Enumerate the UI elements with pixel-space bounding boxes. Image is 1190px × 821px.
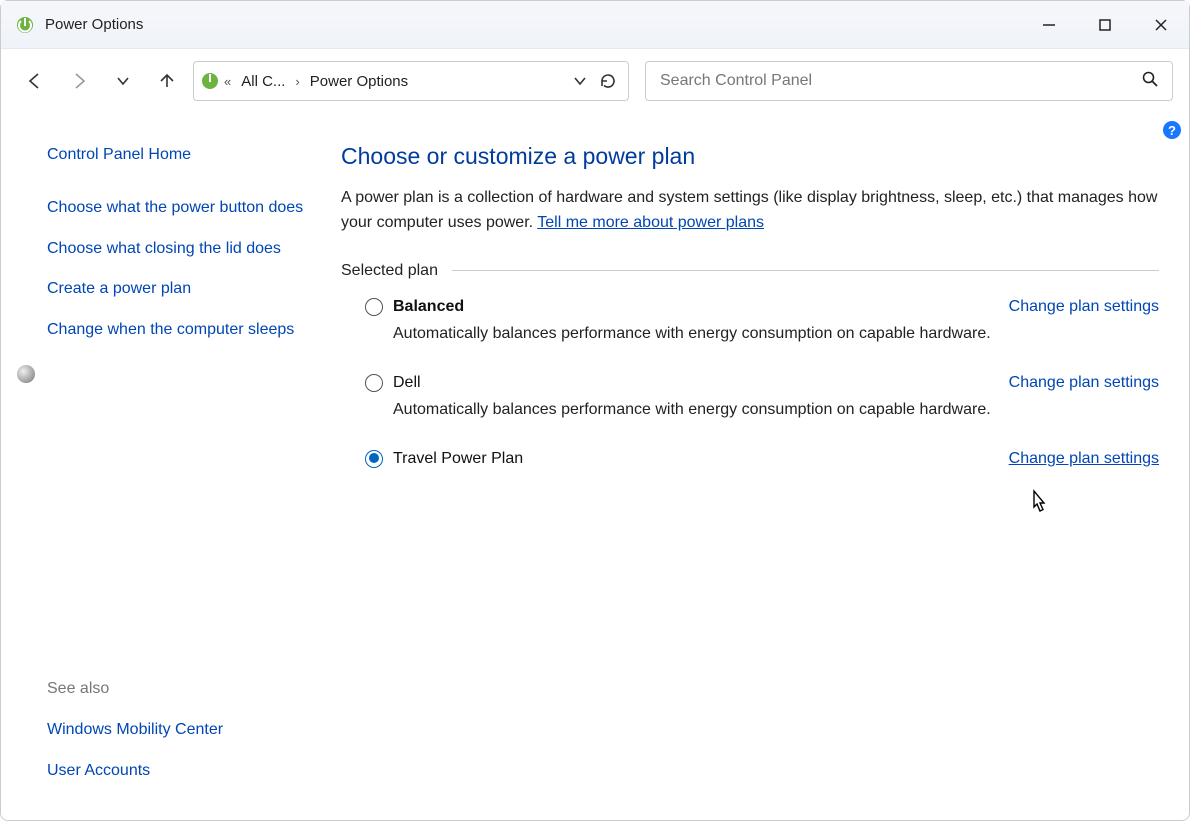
up-button[interactable]	[149, 63, 185, 99]
plan-name[interactable]: Dell	[393, 374, 1009, 392]
close-button[interactable]	[1133, 2, 1189, 48]
power-plan-item: Balanced Change plan settings Automatica…	[365, 298, 1159, 346]
plans-list: Balanced Change plan settings Automatica…	[341, 298, 1159, 468]
plan-description: Automatically balances performance with …	[393, 398, 1159, 422]
maximize-button[interactable]	[1077, 2, 1133, 48]
back-button[interactable]	[17, 63, 53, 99]
power-options-icon	[200, 71, 220, 91]
search-input[interactable]	[660, 72, 1142, 90]
page-title: Choose or customize a power plan	[341, 143, 1159, 170]
window-controls	[1021, 2, 1189, 48]
plan-description: Automatically balances performance with …	[393, 322, 1159, 346]
plan-name[interactable]: Travel Power Plan	[393, 450, 1009, 468]
minimize-button[interactable]	[1021, 2, 1077, 48]
recent-dropdown[interactable]	[105, 63, 141, 99]
see-also-label: See also	[47, 680, 313, 698]
sidebar-link-user-accounts[interactable]: User Accounts	[47, 759, 313, 784]
active-page-indicator-icon	[17, 365, 35, 383]
sidebar-link-computer-sleeps[interactable]: Change when the computer sleeps	[47, 318, 313, 343]
sidebar-link-power-button[interactable]: Choose what the power button does	[47, 196, 313, 221]
help-icon[interactable]: ?	[1163, 121, 1181, 139]
section-label: Selected plan	[341, 262, 438, 280]
tell-me-more-link[interactable]: Tell me more about power plans	[537, 214, 764, 231]
navigation-row: « All C... › Power Options	[1, 49, 1189, 113]
breadcrumb-item[interactable]: Power Options	[304, 73, 414, 90]
address-bar[interactable]: « All C... › Power Options	[193, 61, 629, 101]
plan-radio[interactable]	[365, 374, 383, 392]
main-content: ? Choose or customize a power plan A pow…	[321, 113, 1189, 820]
sidebar-home-link[interactable]: Control Panel Home	[47, 143, 313, 168]
plan-radio[interactable]	[365, 450, 383, 468]
refresh-button[interactable]	[594, 63, 622, 99]
breadcrumb-item[interactable]: All C...	[235, 73, 291, 90]
chevron-left-icon[interactable]: «	[220, 74, 235, 89]
change-plan-settings-link[interactable]: Change plan settings	[1009, 450, 1159, 468]
power-plan-item: Travel Power Plan Change plan settings	[365, 450, 1159, 468]
plan-radio[interactable]	[365, 298, 383, 316]
forward-button[interactable]	[61, 63, 97, 99]
sidebar-link-create-plan[interactable]: Create a power plan	[47, 277, 313, 302]
power-options-icon	[15, 15, 35, 35]
titlebar: Power Options	[1, 1, 1189, 49]
chevron-right-icon: ›	[291, 74, 303, 89]
sidebar-link-mobility-center[interactable]: Windows Mobility Center	[47, 718, 313, 743]
change-plan-settings-link[interactable]: Change plan settings	[1009, 298, 1159, 316]
power-plan-item: Dell Change plan settings Automatically …	[365, 374, 1159, 422]
section-header: Selected plan	[341, 262, 1159, 280]
search-icon[interactable]	[1142, 71, 1158, 92]
plan-name[interactable]: Balanced	[393, 298, 1009, 316]
sidebar-link-closing-lid[interactable]: Choose what closing the lid does	[47, 237, 313, 262]
breadcrumb-dropdown[interactable]	[566, 63, 594, 99]
change-plan-settings-link[interactable]: Change plan settings	[1009, 374, 1159, 392]
sidebar: Control Panel Home Choose what the power…	[1, 113, 321, 820]
search-bar[interactable]	[645, 61, 1173, 101]
divider	[452, 270, 1159, 271]
page-description: A power plan is a collection of hardware…	[341, 186, 1159, 236]
window-title: Power Options	[45, 16, 1021, 33]
